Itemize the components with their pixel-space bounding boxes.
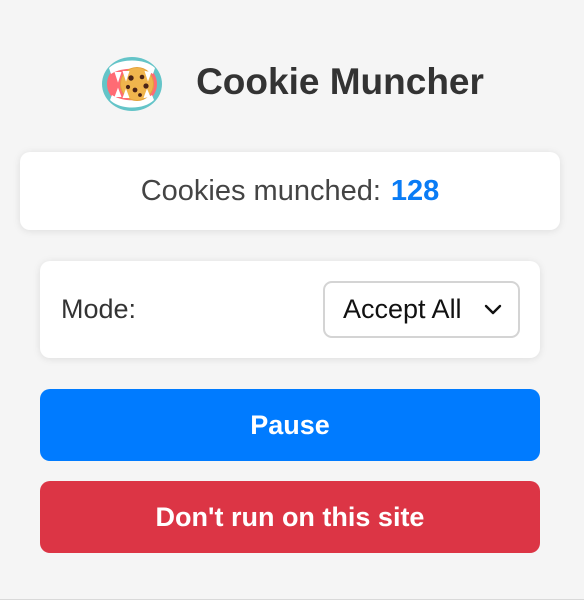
munched-counter-card: Cookies munched: 128 [20,152,560,230]
chevron-down-icon [484,304,502,314]
app-title: Cookie Muncher [196,61,484,102]
munched-counter-label: Cookies munched: [140,174,381,207]
mode-label: Mode: [61,294,137,324]
mode-selected-value: Accept All [343,294,462,324]
mode-select[interactable]: Accept All [323,281,520,338]
cookie-muncher-popup: Cookie Muncher Cookies munched: 128 Mode… [0,0,584,600]
pause-button[interactable]: Pause [40,389,540,461]
cookie-mouth-icon [102,57,163,111]
dont-run-on-this-site-button[interactable]: Don't run on this site [40,481,540,553]
munched-counter-value: 128 [390,174,440,207]
header: Cookie Muncher [0,40,584,124]
mode-card: Mode: Accept All [40,261,540,358]
